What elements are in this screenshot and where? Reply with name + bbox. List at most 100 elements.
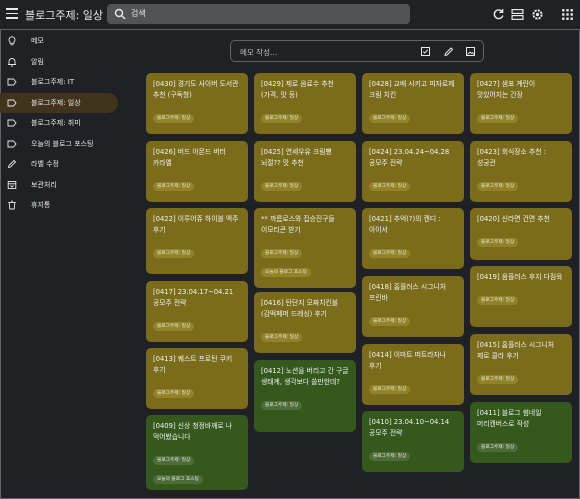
search-icon[interactable] [114, 8, 126, 20]
label-icon [7, 78, 17, 86]
note-title: [0414] 이마트 떠트라자나 후기 [369, 351, 446, 370]
note-card[interactable]: ** 까름로스와 집승진구들 이모티콘 받기 블로그주제: 일상 오늘의 블로그… [254, 208, 356, 288]
sidebar-item-memo[interactable]: 메모 [0, 31, 118, 52]
note-card[interactable]: [0415] 홈플러스 시그니처 제로 콜라 후기 블로그주제: 일상 [470, 334, 572, 395]
label-chip[interactable]: 블로그주제: 일상 [261, 332, 303, 342]
label-chip[interactable]: 블로그주제: 일상 [369, 113, 411, 123]
note-card[interactable]: [0429] 제로 음료수 추천 (가격, 맛 등) 블로그주제: 일상 [254, 73, 356, 134]
menu-icon[interactable] [6, 8, 18, 20]
bell-icon [8, 57, 16, 67]
sidebar-item-label: 메모 [31, 37, 44, 45]
brush-icon[interactable] [443, 46, 454, 57]
sidebar-item-edit-labels[interactable]: 라벨 수정 [0, 154, 118, 175]
note-title: [0417] 23.04.17~04.21 공모주 전략 [153, 288, 234, 307]
sidebar-item-label-todays-post[interactable]: 오늘의 블로그 포스팅 [0, 134, 118, 155]
archive-icon [7, 180, 17, 189]
note-card[interactable]: [0422] 이루어쥬 하이볼 맥주 후기 블로그주제: 일상 [146, 208, 248, 274]
note-title: [0419] 움플러스 후지 다짐육 [477, 273, 563, 281]
note-card[interactable]: [0418] 홈플러스 시그니처 프린바 블로그주제: 일상 [362, 276, 464, 337]
note-card[interactable]: [0421] 추억(?)의 캔디 : 아이서 블로그주제: 일상 [362, 208, 464, 269]
label-icon [7, 140, 17, 147]
sidebar-item-trash[interactable]: 휴지통 [0, 195, 118, 216]
sidebar-item-archive[interactable]: 보관처리 [0, 175, 118, 196]
sidebar-item-label: 알림 [31, 57, 44, 66]
label-chip[interactable]: 블로그주제: 일상 [477, 295, 519, 305]
label-chip[interactable]: 블로그주제: 일상 [153, 181, 195, 191]
label-chip[interactable]: 블로그주제: 일상 [153, 321, 195, 331]
label-chip[interactable]: 블로그주제: 일상 [477, 442, 519, 452]
note-title: [0425] 연세우유 크림빵 뇌절?? 맛 추천 [261, 148, 332, 167]
note-title: [0424] 23.04.24~04.28 공모주 전략 [369, 148, 450, 167]
note-card[interactable]: [0428] 교배 시키고 피자로제 크림 치킨 블로그주제: 일상 [362, 73, 464, 134]
note-card[interactable]: [0416] 탄단지 모짜치킨볼 (감떡페퍼 드레싱) 후기 블로그주제: 일상 [254, 292, 356, 353]
note-card[interactable]: [0419] 움플러스 후지 다짐육 블로그주제: 일상 [470, 266, 572, 327]
note-title: [0429] 제로 음료수 추천 (가격, 맛 등) [261, 80, 334, 99]
label-chip[interactable]: 블로그주제: 일상 [477, 237, 519, 247]
list-view-icon[interactable] [511, 8, 524, 21]
label-chip[interactable]: 블로그주제: 일상 [369, 316, 411, 326]
note-card[interactable]: [0409] 신상 청정바께로 나 먹어봤습니다 블로그주제: 일상 오늘의 블… [146, 415, 248, 490]
take-note-input[interactable]: 메모 작성... [230, 40, 484, 62]
apps-icon[interactable] [561, 8, 574, 21]
label-icon [7, 99, 17, 106]
note-placeholder: 메모 작성... [240, 48, 278, 57]
label-chip[interactable]: 블로그주제: 일상 [369, 181, 411, 191]
label-chip[interactable]: 블로그주제: 일상 [261, 400, 303, 410]
checkbox-icon[interactable] [420, 46, 431, 57]
image-icon[interactable] [465, 46, 476, 57]
top-bar: 블로그주제: 일상 검색 [0, 0, 580, 30]
note-card[interactable]: [0425] 연세우유 크림빵 뇌절?? 맛 추천 블로그주제: 일상 [254, 141, 356, 202]
label-chip[interactable]: 오늘의 블로그 포스팅 [261, 267, 311, 277]
label-chip[interactable]: 블로그주제: 일상 [261, 248, 303, 258]
note-title: [0427] 샘표 계란이 맛있어지는 간장 [477, 80, 536, 99]
label-chip[interactable]: 블로그주제: 일상 [153, 248, 195, 258]
label-chip[interactable]: 블로그주제: 일상 [261, 181, 303, 191]
note-card[interactable]: [0410] 23.04.10~04.14 공모주 전략 블로그주제: 일상 [362, 411, 464, 472]
label-chip[interactable]: 오늘의 블로그 포스팅 [153, 474, 203, 484]
note-card[interactable]: [0430] 경기도 사이버 도서관 추천 (구독형) 블로그주제: 일상 [146, 73, 248, 134]
label-chip[interactable]: 블로그주제: 일상 [369, 248, 411, 258]
label-chip[interactable]: 블로그주제: 일상 [477, 113, 519, 123]
label-chip[interactable]: 블로그주제: 일상 [369, 384, 411, 394]
sidebar-item-label-daily[interactable]: 블로그주제: 일상 [0, 92, 118, 113]
refresh-icon[interactable] [492, 8, 505, 21]
sidebar-item-label: 블로그주제: 취미 [31, 119, 81, 127]
label-chip[interactable]: 블로그주제: 일상 [477, 181, 519, 191]
sidebar-item-label: 오늘의 블로그 포스팅 [31, 139, 94, 148]
note-title: [0411] 블로그 썸네일 머리캔버스로 작성 [477, 409, 542, 428]
note-card[interactable]: [0427] 샘표 계란이 맛있어지는 간장 블로그주제: 일상 [470, 73, 572, 134]
note-card[interactable]: [0420] 신라면 건면 추천 블로그주제: 일상 [470, 208, 572, 260]
note-card[interactable]: [0424] 23.04.24~04.28 공모주 전략 블로그주제: 일상 [362, 141, 464, 202]
sidebar-item-reminders[interactable]: 알림 [0, 52, 118, 73]
note-card[interactable]: [0423] 회식장소 추천 : 성궁관 블로그주제: 일상 [470, 141, 572, 202]
note-title: [0423] 회식장소 추천 : 성궁관 [477, 148, 546, 167]
search-input[interactable]: 검색 [107, 4, 410, 24]
note-title: [0428] 교배 시키고 피자로제 크림 치킨 [369, 80, 455, 99]
note-card[interactable]: [0414] 이마트 떠트라자나 후기 블로그주제: 일상 [362, 344, 464, 405]
label-icon [7, 119, 17, 127]
sidebar-item-label-it[interactable]: 블로그주제: IT [0, 72, 118, 93]
label-chip[interactable]: 블로그주제: 일상 [153, 113, 195, 123]
note-title: [0415] 홈플러스 시그니처 제로 콜라 후기 [477, 341, 554, 360]
trash-icon [8, 200, 16, 210]
note-card[interactable]: [0426] 버드 아몬드 버터 카라멜 블로그주제: 일상 [146, 141, 248, 202]
settings-icon[interactable] [531, 8, 544, 21]
label-chip[interactable]: 블로그주제: 일상 [153, 455, 195, 465]
note-title: ** 까름로스와 집승진구들 이모티콘 받기 [261, 215, 335, 234]
sidebar-item-label-hobby[interactable]: 블로그주제: 취미 [0, 113, 118, 134]
sidebar-item-label: 블로그주제: IT [31, 78, 75, 86]
label-chip[interactable]: 블로그주제: 일상 [369, 451, 411, 461]
label-chip[interactable]: 블로그주제: 일상 [261, 113, 303, 123]
note-card[interactable]: [0413] 퀘스트 프로틴 쿠키 후기 블로그주제: 일상 [146, 348, 248, 409]
note-card[interactable]: [0411] 블로그 썸네일 머리캔버스로 작성 블로그주제: 일상 [470, 402, 572, 463]
note-title: [0418] 홈플러스 시그니처 프린바 [369, 283, 446, 302]
note-card[interactable]: [0412] 노션을 버리고 간 구글 생태계, 생각보다 쓸만한데? 블로그주… [254, 360, 356, 432]
label-chip[interactable]: 블로그주제: 일상 [153, 388, 195, 398]
note-title: [0420] 신라면 건면 추천 [477, 215, 550, 223]
sidebar-item-label: 보관처리 [31, 180, 57, 189]
note-card[interactable]: [0417] 23.04.17~04.21 공모주 전략 블로그주제: 일상 [146, 281, 248, 342]
label-chip[interactable]: 블로그주제: 일상 [477, 374, 519, 384]
note-title: [0413] 퀘스트 프로틴 쿠키 후기 [153, 355, 233, 374]
note-title: [0430] 경기도 사이버 도서관 추천 (구독형) [153, 80, 239, 99]
note-title: [0422] 이루어쥬 하이볼 맥주 후기 [153, 215, 239, 234]
